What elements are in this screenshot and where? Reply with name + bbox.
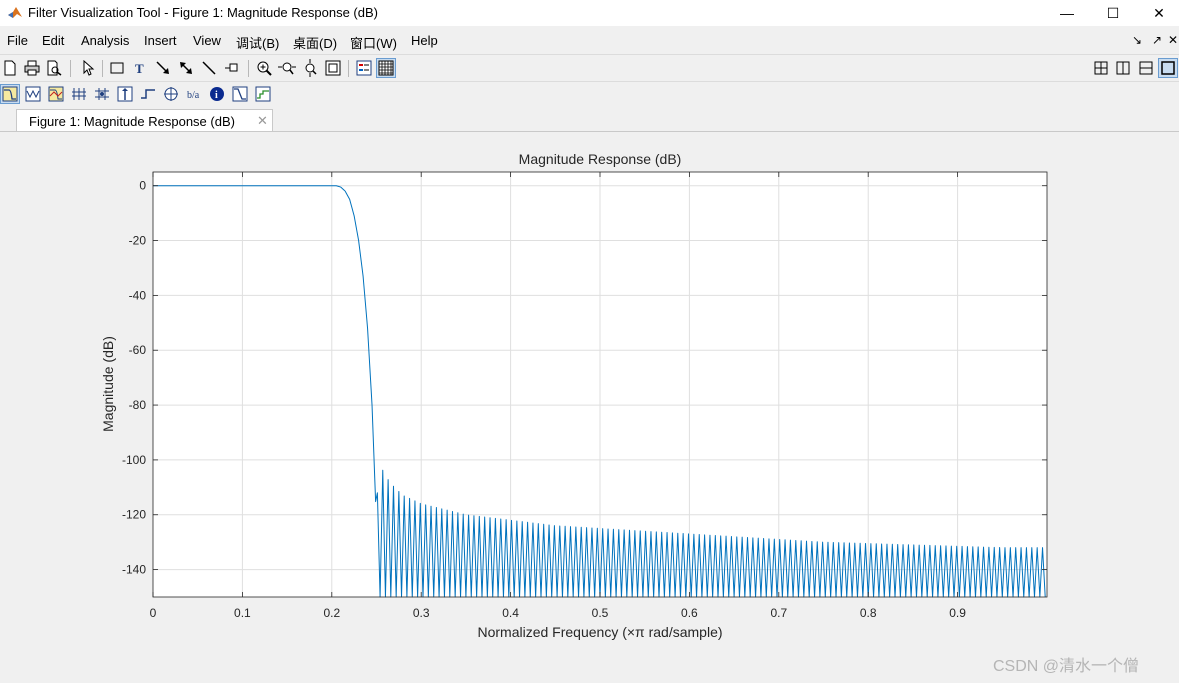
x-tick-label: 0.2: [323, 606, 340, 620]
x-tick-label: 0.1: [234, 606, 251, 620]
x-tick-label: 0.8: [860, 606, 877, 620]
x-tick-label: 0.3: [413, 606, 430, 620]
x-tick-label: 0.7: [770, 606, 787, 620]
y-tick-label: -40: [129, 288, 147, 302]
y-tick-label: -140: [122, 563, 146, 577]
y-tick-label: -60: [129, 343, 147, 357]
y-tick-label: -120: [122, 508, 146, 522]
y-tick-label: -100: [122, 453, 146, 467]
watermark: CSDN @清水一个僧: [993, 658, 1140, 675]
y-axis-label: Magnitude (dB): [100, 336, 116, 432]
y-tick-label: 0: [139, 179, 146, 193]
y-tick-label: -20: [129, 234, 147, 248]
x-tick-label: 0.6: [681, 606, 698, 620]
magnitude-response-chart[interactable]: Magnitude Response (dB) 0 0.1 0.2 0.3 0.4 0.5…: [0, 0, 1179, 682]
y-tick-label: -80: [129, 398, 147, 412]
x-tick-label: 0.4: [502, 606, 519, 620]
x-tick-label: 0.9: [949, 606, 966, 620]
chart-title: Magnitude Response (dB): [519, 151, 682, 167]
x-tick-label: 0: [150, 606, 157, 620]
x-tick-label: 0.5: [592, 606, 609, 620]
x-axis-label: Normalized Frequency (×π rad/sample): [477, 624, 722, 640]
